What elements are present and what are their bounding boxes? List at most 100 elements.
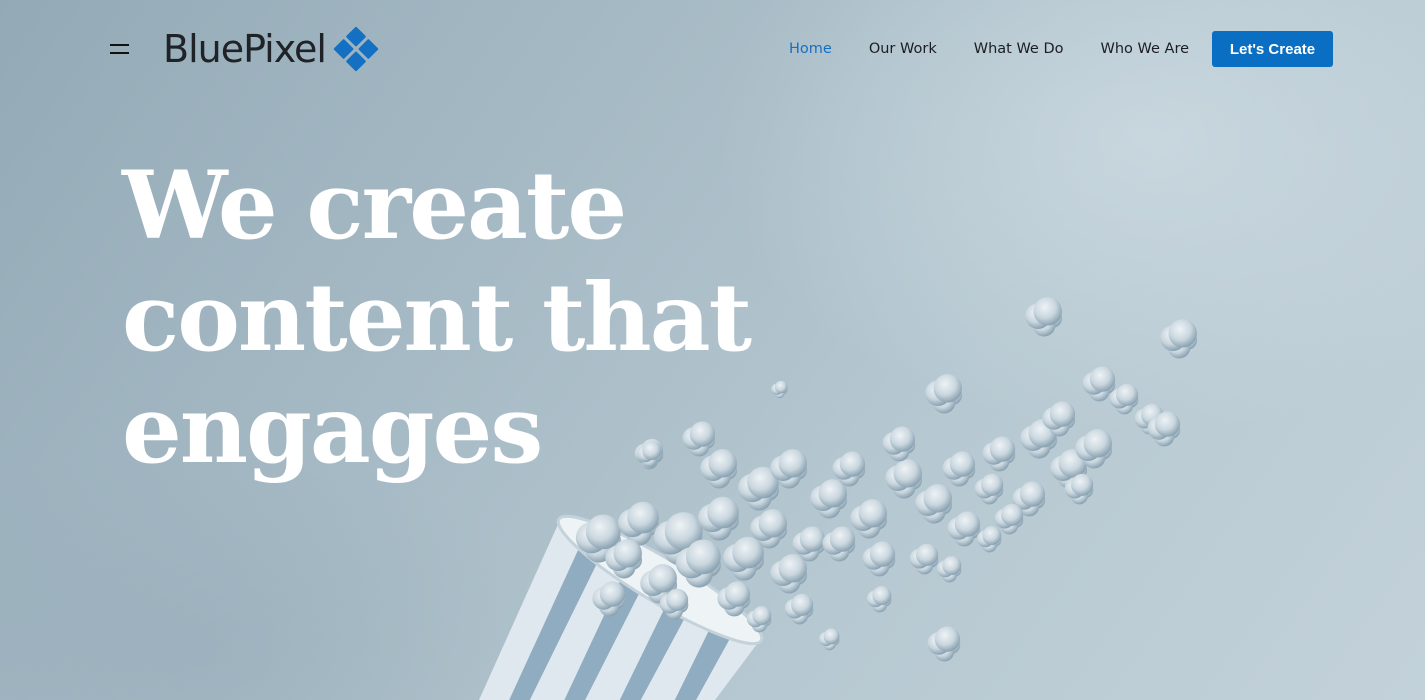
popcorn-kernel	[1042, 308, 1063, 328]
popcorn-kernel	[1007, 512, 1024, 528]
popcorn-kernel	[850, 505, 876, 531]
lets-create-button[interactable]: Let's Create	[1212, 31, 1333, 67]
popcorn-kernel	[948, 563, 962, 577]
popcorn-kernel	[974, 478, 995, 499]
popcorn-kernel	[933, 374, 962, 403]
popcorn-kernel	[1032, 313, 1056, 337]
popcorn-kernel	[869, 541, 896, 567]
popcorn-kernel	[742, 549, 764, 571]
popcorn-kernel	[1167, 335, 1191, 359]
nav-our-work[interactable]: Our Work	[869, 38, 937, 60]
popcorn-kernel	[1122, 392, 1139, 408]
popcorn-kernel	[1019, 481, 1046, 507]
popcorn-kernel	[665, 601, 684, 620]
popcorn-kernel	[837, 536, 856, 554]
popcorn-kernel	[657, 575, 678, 595]
popcorn-kernel	[949, 466, 970, 487]
hero-title-line: We create	[122, 151, 627, 261]
popcorn-kernel	[1037, 430, 1058, 450]
popcorn-kernel	[1057, 465, 1081, 489]
popcorn-kernel	[857, 515, 881, 539]
popcorn-kernel	[607, 591, 626, 609]
popcorn-kernel	[752, 606, 772, 626]
popcorn-kernel	[1177, 330, 1198, 350]
popcorn-kernel	[878, 593, 892, 607]
popcorn-kernel	[839, 466, 860, 487]
popcorn-kernel	[724, 596, 745, 617]
popcorn-kernel	[823, 628, 840, 645]
popcorn-kernel	[777, 570, 801, 594]
popcorn-kernel	[827, 490, 848, 510]
popcorn-kernel	[916, 543, 939, 566]
hamburger-icon[interactable]	[105, 38, 135, 60]
hamburger-bar	[110, 52, 129, 54]
popcorn-kernel	[942, 385, 963, 405]
popcorn-kernel	[1067, 460, 1088, 480]
popcorn-kernel	[922, 500, 946, 524]
popcorn-kernel	[778, 449, 807, 478]
popcorn-kernel	[829, 526, 856, 552]
popcorn-kernel	[732, 591, 751, 609]
popcorn-kernel	[774, 388, 785, 399]
popcorn-kernel	[672, 597, 689, 613]
popcorn-kernel	[770, 560, 796, 586]
nav-home[interactable]: Home	[789, 38, 832, 60]
popcorn-kernel	[869, 556, 890, 577]
popcorn-kernel	[909, 548, 930, 569]
popcorn-kernel	[1049, 401, 1076, 427]
popcorn-kernel	[758, 613, 772, 627]
popcorn-kernel	[942, 457, 966, 480]
popcorn-kernel	[882, 432, 906, 455]
popcorn-kernel	[877, 551, 896, 569]
popcorn-kernel	[746, 610, 764, 628]
popcorn-kernel	[892, 475, 916, 499]
popcorn-kernel	[790, 606, 809, 625]
popcorn-kernel	[778, 385, 788, 395]
popcorn-kernel	[627, 501, 659, 534]
popcorn-kernel	[750, 515, 776, 541]
popcorn-kernel	[915, 556, 934, 575]
popcorn-kernel	[1042, 407, 1066, 430]
popcorn-kernel	[659, 593, 680, 614]
popcorn-kernel	[1000, 516, 1019, 535]
popcorn-kernel	[596, 527, 621, 553]
popcorn-kernel	[954, 511, 981, 537]
popcorn-kernel	[1115, 396, 1134, 415]
popcorn-kernel	[987, 482, 1004, 498]
diamond-grid-icon	[333, 26, 379, 72]
popcorn-kernel	[1168, 319, 1197, 348]
popcorn-kernel	[1162, 421, 1181, 439]
popcorn-kernel	[822, 532, 846, 555]
popcorn-kernel	[1027, 435, 1051, 459]
popcorn-kernel	[829, 541, 850, 562]
popcorn-kernel	[942, 556, 962, 576]
popcorn-kernel	[867, 510, 888, 530]
nav-what-we-do[interactable]: What We Do	[974, 38, 1064, 60]
popcorn-kernel	[828, 634, 840, 646]
nav-who-we-are[interactable]: Who We Are	[1101, 38, 1190, 60]
popcorn-kernel	[706, 515, 732, 541]
popcorn-kernel	[1109, 388, 1130, 409]
main-nav: Home Our Work What We Do Who We Are	[789, 38, 1226, 60]
popcorn-kernel	[1050, 455, 1076, 481]
popcorn-kernel	[1097, 376, 1116, 394]
popcorn-kernel	[640, 570, 666, 596]
popcorn-kernel	[1001, 503, 1024, 526]
popcorn-kernel	[823, 637, 836, 651]
popcorn-kernel	[981, 473, 1004, 496]
brand-logo[interactable]: BluePixel	[163, 24, 380, 74]
popcorn-kernel	[1092, 440, 1113, 460]
popcorn-kernel	[696, 552, 721, 578]
popcorn-kernel	[885, 465, 911, 491]
popcorn-kernel	[936, 560, 954, 578]
popcorn-kernel	[810, 485, 836, 511]
popcorn-kernel	[648, 564, 677, 593]
hero-title-line: content that	[122, 263, 752, 373]
popcorn-kernel	[1020, 425, 1046, 451]
popcorn-kernel	[592, 587, 616, 610]
popcorn-kernel	[717, 509, 739, 531]
popcorn-kernel	[1075, 435, 1101, 461]
popcorn-kernel	[664, 512, 703, 551]
popcorn-kernel	[1027, 491, 1046, 509]
hero-title: We create content that engages	[122, 150, 762, 486]
